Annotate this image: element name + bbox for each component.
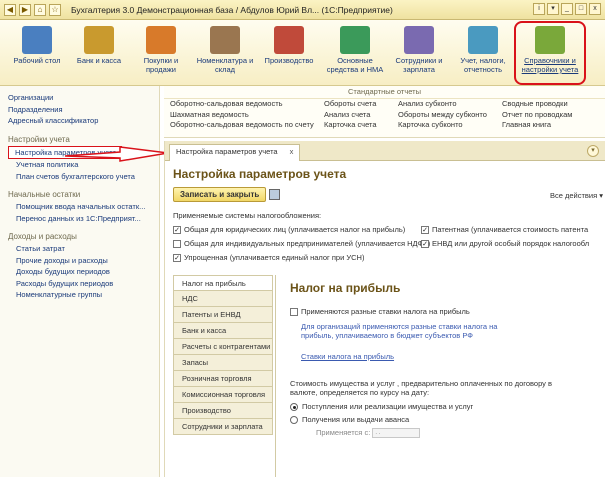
side-tab-production[interactable]: Производство xyxy=(173,403,273,419)
sidebar-item-chart-of-accounts[interactable]: План счетов бухгалтерского учета xyxy=(8,171,159,183)
tab-close-icon[interactable]: x xyxy=(290,147,294,156)
section-desktop[interactable]: Рабочий стол xyxy=(4,22,70,82)
sidebar-item-organizations[interactable]: Организации xyxy=(8,92,159,104)
tab-accounting-params[interactable]: Настройка параметров учета x xyxy=(169,144,301,161)
section-warehouse[interactable]: Номенклатура и склад xyxy=(192,22,258,82)
report-link[interactable]: Оборотно-сальдовая ведомость по счету xyxy=(170,120,314,131)
main-content: Настройка параметров учета x ▾ Настройка … xyxy=(164,141,605,477)
bank-icon xyxy=(84,26,114,54)
sidebar-item-departments[interactable]: Подразделения xyxy=(8,104,159,116)
report-link[interactable]: Карточка субконто xyxy=(398,120,487,131)
report-link[interactable]: Анализ счета xyxy=(324,110,377,121)
side-tab-profit-tax[interactable]: Налог на прибыль xyxy=(173,275,273,291)
home-icon[interactable]: ⌂ xyxy=(34,3,46,16)
pointer-arrow xyxy=(64,146,169,162)
side-tab-bank[interactable]: Банк и касса xyxy=(173,323,273,339)
section-fixed-assets[interactable]: Основные средства и НМА xyxy=(322,22,388,82)
reports-header: Стандартные отчеты xyxy=(164,86,605,99)
sidebar-item-other-income[interactable]: Прочие доходы и расходы xyxy=(8,255,159,267)
close-button[interactable]: x xyxy=(589,3,601,15)
applied-from-date-input[interactable]: . . xyxy=(372,428,421,439)
all-actions-button[interactable]: Все действия ▾ xyxy=(550,191,603,200)
side-tab-patents[interactable]: Патенты и ЕНВД xyxy=(173,307,273,323)
assets-icon xyxy=(340,26,370,54)
factory-icon xyxy=(274,26,304,54)
window-title: Бухгалтерия 3.0 Демонстрационная база / … xyxy=(71,4,393,15)
tab-bar: Настройка параметров учета x ▾ xyxy=(165,141,605,161)
report-link[interactable]: Отчет по проводкам xyxy=(502,110,572,121)
rates-note: Для организаций применяются разные ставк… xyxy=(301,322,498,340)
sidebar-item-deferred-income[interactable]: Доходы будущих периодов xyxy=(8,266,159,278)
side-tab-retail[interactable]: Розничная торговля xyxy=(173,371,273,387)
settings-side-tabs: Налог на прибыль НДС Патенты и ЕНВД Банк… xyxy=(173,275,273,435)
page-title: Настройка параметров учета xyxy=(173,167,347,181)
panel-title: Налог на прибыль xyxy=(290,281,401,295)
report-link[interactable]: Анализ субконто xyxy=(398,99,487,110)
chevron-down-icon[interactable]: ▾ xyxy=(587,145,599,157)
checkbox-osno-legal[interactable]: ✓ Общая для юридических лиц (уплачивается… xyxy=(173,225,405,234)
minimize-button[interactable]: _ xyxy=(561,3,573,15)
report-link[interactable]: Карточка счета xyxy=(324,120,377,131)
report-link[interactable]: Оборотно-сальдовая ведомость xyxy=(170,99,314,110)
section-staff-salary[interactable]: Сотрудники и зарплата xyxy=(386,22,452,82)
rates-link[interactable]: Ставки налога на прибыль xyxy=(290,352,605,361)
report-link[interactable]: Обороты счета xyxy=(324,99,377,110)
desktop-icon xyxy=(22,26,52,54)
sidebar-item-product-groups[interactable]: Номенклатурные группы xyxy=(8,289,159,301)
warehouse-icon xyxy=(210,26,240,54)
profit-tax-panel: Налог на прибыль Применяются разные став… xyxy=(275,275,605,477)
favorites-icon[interactable]: ☆ xyxy=(49,3,61,16)
checkbox-osno-ip[interactable]: Общая для индивидуальных предпринимателе… xyxy=(173,239,430,248)
reports-icon xyxy=(468,26,498,54)
sidebar-item-deferred-expenses[interactable]: Расходы будущих периодов xyxy=(8,278,159,290)
sidebar-group-title: Доходы и расходы xyxy=(8,232,77,241)
title-system-icons: ◀ ▶ ⌂ ☆ xyxy=(4,3,61,16)
side-tab-stock[interactable]: Запасы xyxy=(173,355,273,371)
sidebar-item-balance-wizard[interactable]: Помощник ввода начальных остатк... xyxy=(8,201,159,213)
report-link[interactable]: Обороты между субконто xyxy=(398,110,487,121)
radio-receipt[interactable]: Поступления или реализации имущества и у… xyxy=(290,402,605,412)
applied-from-row: Применяется с: . . xyxy=(290,428,605,439)
section-accounting-taxes[interactable]: Учет, налоги, отчетность xyxy=(450,22,516,82)
save-icon[interactable] xyxy=(269,189,280,200)
checkbox-different-rates[interactable]: Применяются разные ставки налога на приб… xyxy=(290,307,605,316)
forward-icon[interactable]: ▶ xyxy=(19,3,31,16)
side-tab-contractors[interactable]: Расчеты с контрагентами xyxy=(173,339,273,355)
tax-systems-label: Применяемые системы налогообложения: xyxy=(173,211,322,220)
prepaid-text: Стоимость имущества и услуг , предварите… xyxy=(290,379,552,397)
report-link[interactable]: Шахматная ведомость xyxy=(170,110,314,121)
report-link[interactable]: Главная книга xyxy=(502,120,572,131)
radio-advance[interactable]: Получения или выдачи аванса xyxy=(290,415,605,425)
highlight-frame xyxy=(514,21,586,85)
staff-icon xyxy=(404,26,434,54)
section-purchases-sales[interactable]: Покупки и продажи xyxy=(128,22,194,82)
side-tab-staff[interactable]: Сотрудники и зарплата xyxy=(173,419,273,435)
side-tab-vat[interactable]: НДС xyxy=(173,291,273,307)
window-buttons: i ▾ _ □ x xyxy=(533,3,601,15)
checkbox-usn[interactable]: ✓ Упрощенная (уплачивается единый налог п… xyxy=(173,253,364,262)
cart-icon xyxy=(146,26,176,54)
report-link[interactable]: Сводные проводки xyxy=(502,99,572,110)
maximize-button[interactable]: □ xyxy=(575,3,587,15)
sidebar-item-data-transfer[interactable]: Перенос данных из 1С:Предприят... xyxy=(8,213,159,225)
menu-dropdown-icon[interactable]: ▾ xyxy=(547,3,559,15)
radio-button[interactable] xyxy=(290,416,298,425)
save-close-button[interactable]: Записать и закрыть xyxy=(173,187,267,202)
section-bank-cash[interactable]: Банк и касса xyxy=(66,22,132,82)
radio-button[interactable] xyxy=(290,403,298,412)
section-production[interactable]: Производство xyxy=(256,22,322,82)
checkbox-envd[interactable]: ✓ ЕНВД или другой особый порядок налогооб… xyxy=(421,239,589,248)
standard-reports: Стандартные отчеты Оборотно-сальдовая ве… xyxy=(164,86,605,138)
side-tab-commission[interactable]: Комиссионная торговля xyxy=(173,387,273,403)
back-icon[interactable]: ◀ xyxy=(4,3,16,16)
sidebar-item-cost-items[interactable]: Статьи затрат xyxy=(8,243,159,255)
info-icon[interactable]: i xyxy=(533,3,545,15)
window-titlebar: ◀ ▶ ⌂ ☆ Бухгалтерия 3.0 Демонстрационная… xyxy=(0,0,605,20)
sidebar-group-title: Начальные остатки xyxy=(8,190,81,199)
sidebar-item-address-classifier[interactable]: Адресный классификатор xyxy=(8,115,159,127)
checkbox-patent[interactable]: ✓ Патентная (уплачивается стоимость патен… xyxy=(421,225,588,234)
